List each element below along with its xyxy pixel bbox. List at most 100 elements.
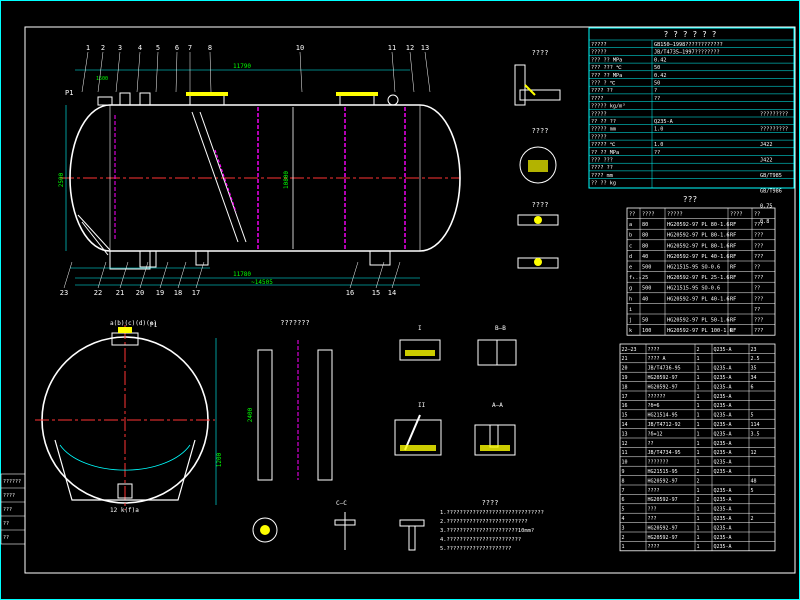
title-block-label: ????? xyxy=(591,50,607,56)
title-block-label: ?? ?? MPa xyxy=(591,150,619,156)
parts-list-cell: 5 xyxy=(751,413,754,419)
title-block-label: ?? ?? ?? xyxy=(591,119,616,125)
parts-list-cell: 1 xyxy=(697,422,700,428)
balloon-leader xyxy=(175,51,178,93)
nozzle-table-cell: ??? xyxy=(754,328,763,334)
title-block-header: ? ? ? ? ? ? xyxy=(664,30,717,39)
parts-list-cell: 1 xyxy=(697,394,700,400)
note-line: 3.??????????????????????10mm? xyxy=(440,528,534,534)
parts-list-cell: HG20592-97 xyxy=(648,478,678,484)
nozzle-table-cell: 100 xyxy=(642,328,651,334)
part-number-top: 5 xyxy=(156,44,160,52)
nozzle-table-cell: RF xyxy=(730,296,736,302)
parts-list-cell: ?δ=6 xyxy=(648,403,660,409)
nozzle-table-cell: HG21515-95 SO-0.6 xyxy=(667,286,720,292)
part-number-top: 6 xyxy=(175,44,179,52)
nozzle-table-cell: HG20592-97 PL 50-1.6 xyxy=(667,318,729,324)
side-block-label: ???? xyxy=(3,493,15,499)
nozzle-table-cell: ??? xyxy=(754,296,763,302)
parts-list-cell: 17 xyxy=(622,394,628,400)
part-number-bottom: 17 xyxy=(192,289,200,297)
parts-list-cell: ???? xyxy=(648,488,660,494)
balloon-leader xyxy=(63,261,73,289)
nozzle-table-cell: HG20592-97 PL 40-1.6 xyxy=(667,296,729,302)
parts-list-cell: Q235-A xyxy=(714,366,732,372)
parts-list-cell: 5 xyxy=(622,507,625,513)
nozzle-table-cell: ??? xyxy=(754,254,763,260)
part-number-top: 7 xyxy=(188,44,192,52)
nozzle-table-header: ?? xyxy=(629,212,635,218)
title-block-label: ????? ℃ xyxy=(591,142,616,148)
part-number-top: 13 xyxy=(421,44,429,52)
parts-list-cell: Q235-A xyxy=(714,525,732,531)
part-number-top: 1 xyxy=(86,44,90,52)
balloon-leader xyxy=(81,51,89,93)
baffle-detail-dim: 2400 xyxy=(247,407,254,422)
parts-list-cell: JB/T4712-92 xyxy=(648,422,681,428)
saddle-left xyxy=(109,250,151,270)
nozzle-table-cell: 500 xyxy=(642,286,651,292)
nozzle-table-cell: ??? xyxy=(754,233,763,239)
detail-t-flange xyxy=(399,519,425,527)
parts-list-cell: Q235-A xyxy=(714,441,732,447)
parts-list: 22—23???? 2 Q235-A 2321???? A 1 2.520 JB/T4736… xyxy=(619,343,776,552)
title-block-value: Q235-A xyxy=(654,119,674,125)
drawing-canvas: ? ? ? ? ? ? ????? GB150—1998?????????????… xyxy=(0,0,800,600)
title-block-label: ??? ??? xyxy=(591,158,613,164)
nozzle-table-cell: ??? xyxy=(754,243,763,249)
balloon-leader xyxy=(159,261,169,289)
title-block-value: 1.0 xyxy=(654,142,663,148)
nozzle-table-cell: HG20592-97 PL 80-1.6 xyxy=(667,222,729,228)
detail-3-weld xyxy=(534,216,542,224)
parts-list-cell: Q235-A xyxy=(714,507,732,513)
parts-list-cell: 20 xyxy=(622,366,628,372)
parts-list-cell: 114 xyxy=(751,422,760,428)
parts-list-cell: 1 xyxy=(697,460,700,466)
parts-list-cell: 12 xyxy=(751,450,757,456)
parts-list-cell: 6 xyxy=(622,497,625,503)
title-block-label: ???? xyxy=(591,96,604,102)
section-label-bottom: 12 k(f)a xyxy=(110,507,139,514)
parts-list-cell: Q235-A xyxy=(714,544,732,550)
title-block-value: JB/T4735—1997???????? xyxy=(654,50,720,56)
nozzle-table-title: ??? xyxy=(683,195,698,204)
parts-list-cell: 35 xyxy=(751,366,757,372)
parts-list-cell: 34 xyxy=(751,375,757,381)
part-number-bottom: 15 xyxy=(372,289,380,297)
parts-list-cell: Q235-A xyxy=(714,535,732,541)
section-label-p1: P1 xyxy=(150,322,158,329)
title-block-label: ??? ? ℃ xyxy=(591,81,616,87)
parts-list-cell: 2 xyxy=(751,516,754,522)
title-block-right-cell: ????????? xyxy=(760,111,788,117)
parts-list-cell: 1 xyxy=(697,413,700,419)
parts-list-cell: ???? xyxy=(648,544,660,550)
side-block-label: ??? xyxy=(3,507,12,513)
main-elevation-view: 11790 11780 ~14505 2500 10800 P1 1500 12… xyxy=(58,44,461,297)
title-block-label: ???? mm xyxy=(591,173,613,179)
nozzle-table-cell: ?? xyxy=(754,286,760,292)
nozzle-table-cell: RF xyxy=(730,222,736,228)
parts-list-cell: 2 xyxy=(697,347,700,353)
parts-list-cell: 1 xyxy=(697,516,700,522)
parts-list-cell: 11 xyxy=(622,450,628,456)
nozzle-table-cell: RF xyxy=(730,265,736,271)
nozzle-table-cell: RF xyxy=(730,254,736,260)
title-block-label: ????? xyxy=(591,134,607,140)
balloon-leader xyxy=(195,261,205,289)
parts-list-cell: HG21514-95 xyxy=(648,413,678,419)
manhole-top-right xyxy=(339,94,375,106)
parts-list-cell: 1 xyxy=(697,431,700,437)
detail-ii-label: II xyxy=(418,402,426,409)
part-number-bottom: 20 xyxy=(136,289,144,297)
parts-list-cell: ???? A xyxy=(648,356,666,362)
balloon-leader xyxy=(409,51,415,93)
parts-list-cell: ??????? xyxy=(648,460,669,466)
balloon-leader xyxy=(97,261,107,289)
title-block-right-cell: J422 xyxy=(760,142,773,148)
cross-section-view: 1200 a(b)(c)(d)(e) P1 12 k(f)a xyxy=(35,320,223,514)
parts-list-cell: 6 xyxy=(751,384,754,390)
parts-list-cell: 1 xyxy=(697,375,700,381)
parts-list-cell: 4 xyxy=(622,516,625,522)
nozzle-table-cell: k xyxy=(629,328,633,334)
balloon-leader xyxy=(177,261,187,289)
